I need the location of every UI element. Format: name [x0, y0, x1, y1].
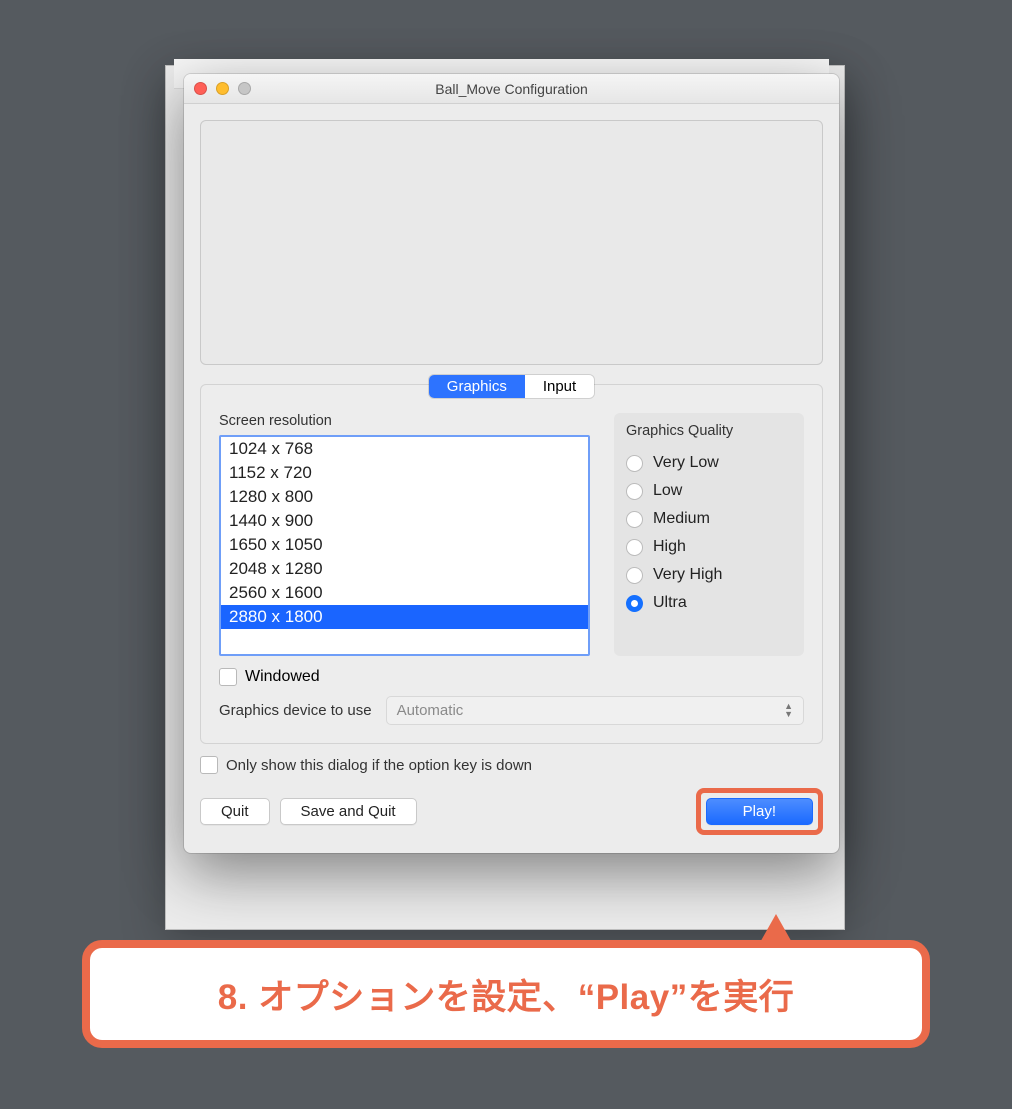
list-item[interactable]: 1152 x 720 [221, 461, 588, 485]
list-item[interactable]: 1280 x 800 [221, 485, 588, 509]
list-item[interactable]: 2880 x 1800 [221, 605, 588, 629]
list-item[interactable]: 2048 x 1280 [221, 557, 588, 581]
only-show-row[interactable]: Only show this dialog if the option key … [200, 756, 823, 774]
device-label: Graphics device to use [219, 702, 372, 719]
quality-option-low[interactable]: Low [626, 477, 792, 505]
config-window: Ball_Move Configuration Graphics Input S… [184, 74, 839, 853]
checkbox-icon [200, 756, 218, 774]
quality-option-very-low[interactable]: Very Low [626, 449, 792, 477]
resolution-label: Screen resolution [219, 413, 590, 429]
list-item[interactable]: 1440 x 900 [221, 509, 588, 533]
radio-label: Very High [653, 566, 722, 584]
tab-input[interactable]: Input [525, 375, 594, 398]
callout-box: 8. オプションを設定、“Play”を実行 [82, 940, 930, 1048]
list-item[interactable]: 1024 x 768 [221, 437, 588, 461]
tabstrip: Graphics Input [429, 375, 594, 398]
windowed-label: Windowed [245, 668, 320, 686]
radio-label: High [653, 538, 686, 556]
radio-icon [626, 511, 643, 528]
quality-option-medium[interactable]: Medium [626, 505, 792, 533]
callout-text: 8. オプションを設定、“Play”を実行 [218, 969, 794, 1020]
radio-icon [626, 483, 643, 500]
quality-column: Graphics Quality Very Low Low Medium [614, 413, 804, 656]
device-row: Graphics device to use Automatic ▲▼ [219, 696, 804, 725]
windowed-row[interactable]: Windowed [219, 668, 804, 686]
quality-option-very-high[interactable]: Very High [626, 561, 792, 589]
quit-button[interactable]: Quit [200, 798, 270, 825]
graphics-panel: Screen resolution 1024 x 768 1152 x 720 … [200, 384, 823, 744]
close-icon[interactable] [194, 82, 207, 95]
preview-box [200, 120, 823, 365]
maximize-icon [238, 82, 251, 95]
traffic-lights [194, 82, 251, 95]
footer: Quit Save and Quit Play! [200, 788, 823, 835]
play-highlight-box: Play! [696, 788, 823, 835]
device-value: Automatic [397, 702, 464, 719]
radio-icon [626, 595, 643, 612]
only-show-label: Only show this dialog if the option key … [226, 757, 532, 774]
radio-icon [626, 539, 643, 556]
resolution-column: Screen resolution 1024 x 768 1152 x 720 … [219, 413, 590, 656]
panel-row: Screen resolution 1024 x 768 1152 x 720 … [219, 413, 804, 656]
minimize-icon[interactable] [216, 82, 229, 95]
list-item[interactable]: 2560 x 1600 [221, 581, 588, 605]
checkbox-icon [219, 668, 237, 686]
save-and-quit-button[interactable]: Save and Quit [280, 798, 417, 825]
radio-label: Ultra [653, 594, 687, 612]
tabs: Graphics Input [200, 375, 823, 398]
device-select[interactable]: Automatic ▲▼ [386, 696, 804, 725]
chevron-updown-icon: ▲▼ [784, 703, 793, 718]
list-item[interactable]: 1650 x 1050 [221, 533, 588, 557]
quality-option-ultra[interactable]: Ultra [626, 589, 792, 617]
play-button[interactable]: Play! [706, 798, 813, 825]
resolution-listbox[interactable]: 1024 x 768 1152 x 720 1280 x 800 1440 x … [219, 435, 590, 656]
quality-option-high[interactable]: High [626, 533, 792, 561]
titlebar: Ball_Move Configuration [184, 74, 839, 104]
radio-icon [626, 567, 643, 584]
quality-label: Graphics Quality [626, 423, 792, 439]
tab-graphics[interactable]: Graphics [429, 375, 525, 398]
radio-label: Medium [653, 510, 710, 528]
window-body: Graphics Input Screen resolution 1024 x … [184, 104, 839, 853]
radio-label: Very Low [653, 454, 719, 472]
window-title: Ball_Move Configuration [184, 81, 839, 97]
radio-icon [626, 455, 643, 472]
radio-label: Low [653, 482, 682, 500]
